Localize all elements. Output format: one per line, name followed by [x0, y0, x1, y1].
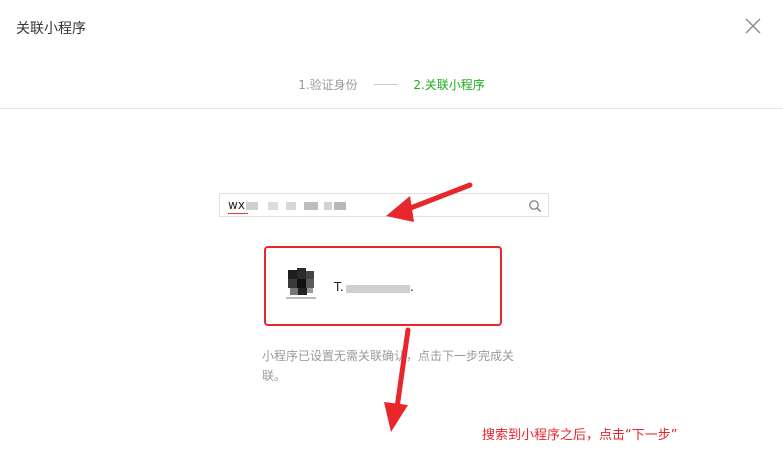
- redacted-text: [304, 202, 318, 210]
- miniprogram-name-suffix: .: [410, 280, 414, 294]
- redacted-text: [268, 202, 278, 210]
- redacted-text: [246, 202, 258, 210]
- search-icon[interactable]: [528, 199, 542, 213]
- step-verify-identity: 1.验证身份: [298, 78, 358, 92]
- hint-text: 小程序已设置无需关联确认，点击下一步完成关联。: [262, 349, 515, 383]
- redacted-text: [334, 202, 346, 210]
- search-input-value: wx: [228, 198, 245, 212]
- spellcheck-underline: [228, 213, 248, 214]
- step-link-miniprogram: 2.关联小程序: [413, 78, 485, 92]
- annotation-arrows: [384, 182, 473, 432]
- header-divider: [0, 108, 783, 109]
- redacted-text: [286, 202, 296, 210]
- close-icon[interactable]: [745, 18, 761, 34]
- step-connector: [373, 84, 398, 85]
- step-indicator: 1.验证身份 2.关联小程序: [0, 76, 783, 93]
- dialog-title: 关联小程序: [16, 21, 86, 37]
- miniprogram-result-card[interactable]: T. .: [264, 246, 502, 326]
- miniprogram-name: T.: [334, 280, 344, 294]
- avatar: [286, 268, 316, 302]
- redacted-text: [346, 285, 410, 293]
- search-input[interactable]: wx: [219, 193, 549, 217]
- redacted-text: [324, 202, 332, 210]
- annotation-text: 搜索到小程序之后，点击“下一步”: [482, 428, 678, 443]
